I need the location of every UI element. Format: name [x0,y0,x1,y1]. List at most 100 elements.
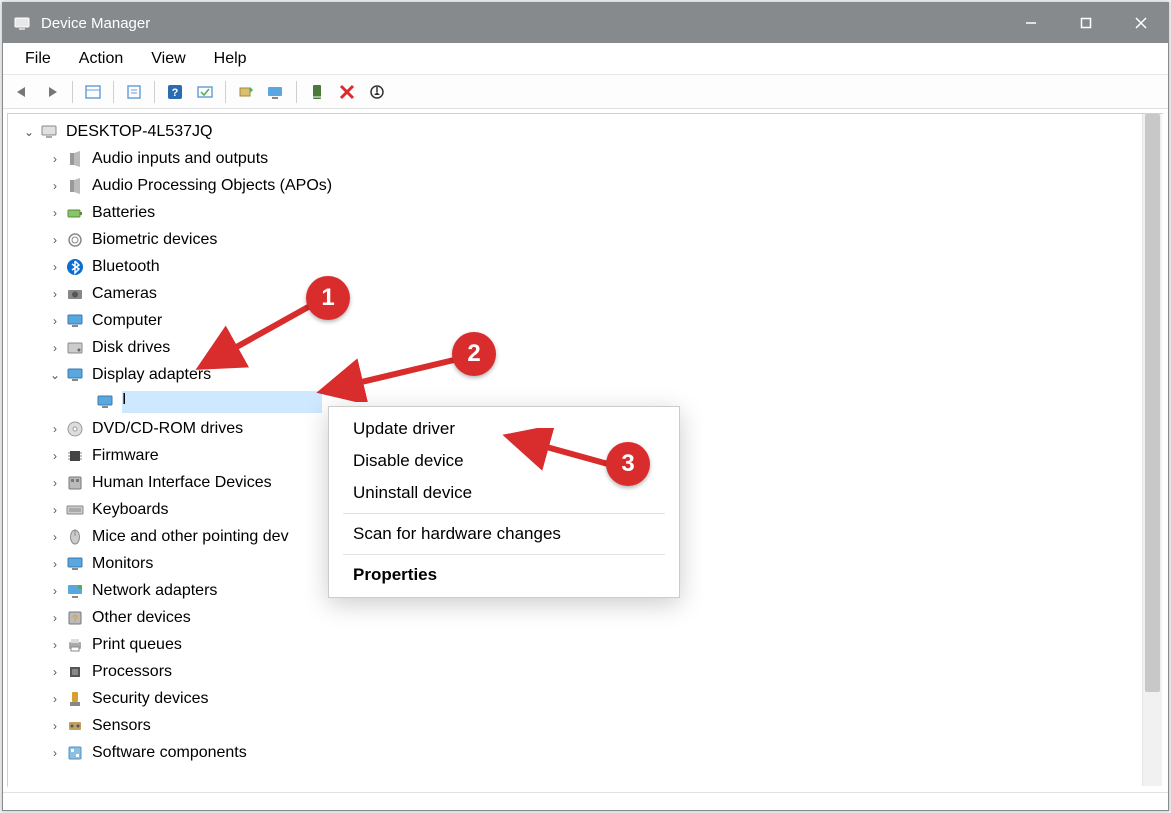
chevron-right-icon[interactable]: › [46,179,64,193]
tree-item-label: Bluetooth [92,258,160,276]
tree-category-0[interactable]: › Audio inputs and outputs [18,145,1160,172]
chevron-right-icon[interactable]: › [46,233,64,247]
scan-hardware-button[interactable] [263,79,289,105]
enable-device-button[interactable] [304,79,330,105]
chevron-right-icon[interactable]: › [46,287,64,301]
tree-category-19[interactable]: › Security devices [18,685,1160,712]
menu-file[interactable]: File [11,46,65,72]
bluetooth-icon [64,257,86,277]
chevron-right-icon[interactable]: › [46,584,64,598]
security-icon [64,689,86,709]
menu-help[interactable]: Help [200,46,261,72]
back-button[interactable] [9,79,35,105]
chevron-right-icon[interactable]: › [46,746,64,760]
chevron-right-icon[interactable]: › [46,692,64,706]
context-menu-divider [343,513,665,514]
tree-category-3[interactable]: › Biometric devices [18,226,1160,253]
disable-device-button[interactable] [364,79,390,105]
chevron-right-icon[interactable]: › [46,260,64,274]
tree-item-label: Mice and other pointing dev [92,528,289,546]
mouse-icon [64,527,86,547]
tree-category-8[interactable]: ⌄ Display adapters [18,361,1160,388]
tree-item-label: Network adapters [92,582,217,600]
speaker-icon [64,176,86,196]
forward-button[interactable] [39,79,65,105]
tree-item-label: Human Interface Devices [92,474,272,492]
chevron-right-icon[interactable]: › [46,341,64,355]
show-hidden-button[interactable] [80,79,106,105]
chevron-down-icon[interactable]: ⌄ [20,125,38,139]
display-icon [64,365,86,385]
tree-item-label: Sensors [92,717,151,735]
disk-icon [64,338,86,358]
chevron-right-icon[interactable]: › [46,719,64,733]
tree-category-17[interactable]: ›Print queues [18,631,1160,658]
chevron-right-icon[interactable]: › [46,503,64,517]
keyboard-icon [64,500,86,520]
chevron-right-icon[interactable]: › [46,449,64,463]
tree-category-6[interactable]: ›Computer [18,307,1160,334]
chevron-right-icon[interactable]: › [46,611,64,625]
chevron-right-icon[interactable]: › [46,314,64,328]
chevron-right-icon[interactable]: › [46,152,64,166]
tree-item-label: Biometric devices [92,231,217,249]
software-icon [64,743,86,763]
display-icon [94,392,116,412]
chevron-right-icon[interactable]: › [46,476,64,490]
tree-category-18[interactable]: ›Processors [18,658,1160,685]
chevron-right-icon[interactable]: › [46,530,64,544]
menu-view[interactable]: View [137,46,199,72]
tree-item-label: Batteries [92,204,155,222]
camera-icon [64,284,86,304]
tree-item-label: Display adapters [92,366,211,384]
statusbar [3,792,1168,810]
properties-button[interactable] [121,79,147,105]
speaker-icon [64,149,86,169]
action-button[interactable] [192,79,218,105]
finger-icon [64,230,86,250]
scrollbar-thumb[interactable] [1145,114,1160,692]
tree-item-label: Disk drives [92,339,170,357]
tree-item-label: Audio inputs and outputs [92,150,268,168]
tree-item-label: Keyboards [92,501,169,519]
tree-category-16[interactable]: ›?Other devices [18,604,1160,631]
chevron-right-icon[interactable]: › [46,206,64,220]
tree-category-7[interactable]: › Disk drives [18,334,1160,361]
menu-action[interactable]: Action [65,46,137,72]
tree-category-21[interactable]: ›Software components [18,739,1160,766]
menubar: File Action View Help [3,43,1168,75]
context-menu-item-6[interactable]: Properties [329,559,679,591]
context-menu-item-0[interactable]: Update driver [329,413,679,445]
tree-category-2[interactable]: › Batteries [18,199,1160,226]
chevron-down-icon[interactable]: ⌄ [46,368,64,382]
chevron-right-icon[interactable]: › [46,422,64,436]
battery-icon [64,203,86,223]
chevron-right-icon[interactable]: › [46,557,64,571]
monitor-icon [64,554,86,574]
tree-item-label: Security devices [92,690,209,708]
chevron-right-icon[interactable]: › [46,665,64,679]
chevron-right-icon[interactable]: › [46,638,64,652]
context-menu-item-4[interactable]: Scan for hardware changes [329,518,679,550]
tree-category-5[interactable]: ›Cameras [18,280,1160,307]
uninstall-device-button[interactable] [334,79,360,105]
minimize-button[interactable] [1003,3,1058,43]
annotation-badge-2: 2 [452,332,496,376]
tree-item-label: Monitors [92,555,153,573]
tree-category-4[interactable]: › Bluetooth [18,253,1160,280]
vertical-scrollbar[interactable] [1142,114,1162,786]
close-button[interactable] [1113,3,1168,43]
update-driver-button[interactable] [233,79,259,105]
tree-category-1[interactable]: ›Audio Processing Objects (APOs) [18,172,1160,199]
annotation-badge-3: 3 [606,442,650,486]
context-menu-divider [343,554,665,555]
window-title: Device Manager [41,15,150,32]
app-icon [13,14,31,32]
tree-category-20[interactable]: › Sensors [18,712,1160,739]
tree-item-label: DESKTOP-4L537JQ [66,123,212,141]
help-button[interactable]: ? [162,79,188,105]
tree-item-label: Other devices [92,609,191,627]
tree-root[interactable]: ⌄ DESKTOP-4L537JQ [18,118,1160,145]
maximize-button[interactable] [1058,3,1113,43]
cpu-icon [64,662,86,682]
